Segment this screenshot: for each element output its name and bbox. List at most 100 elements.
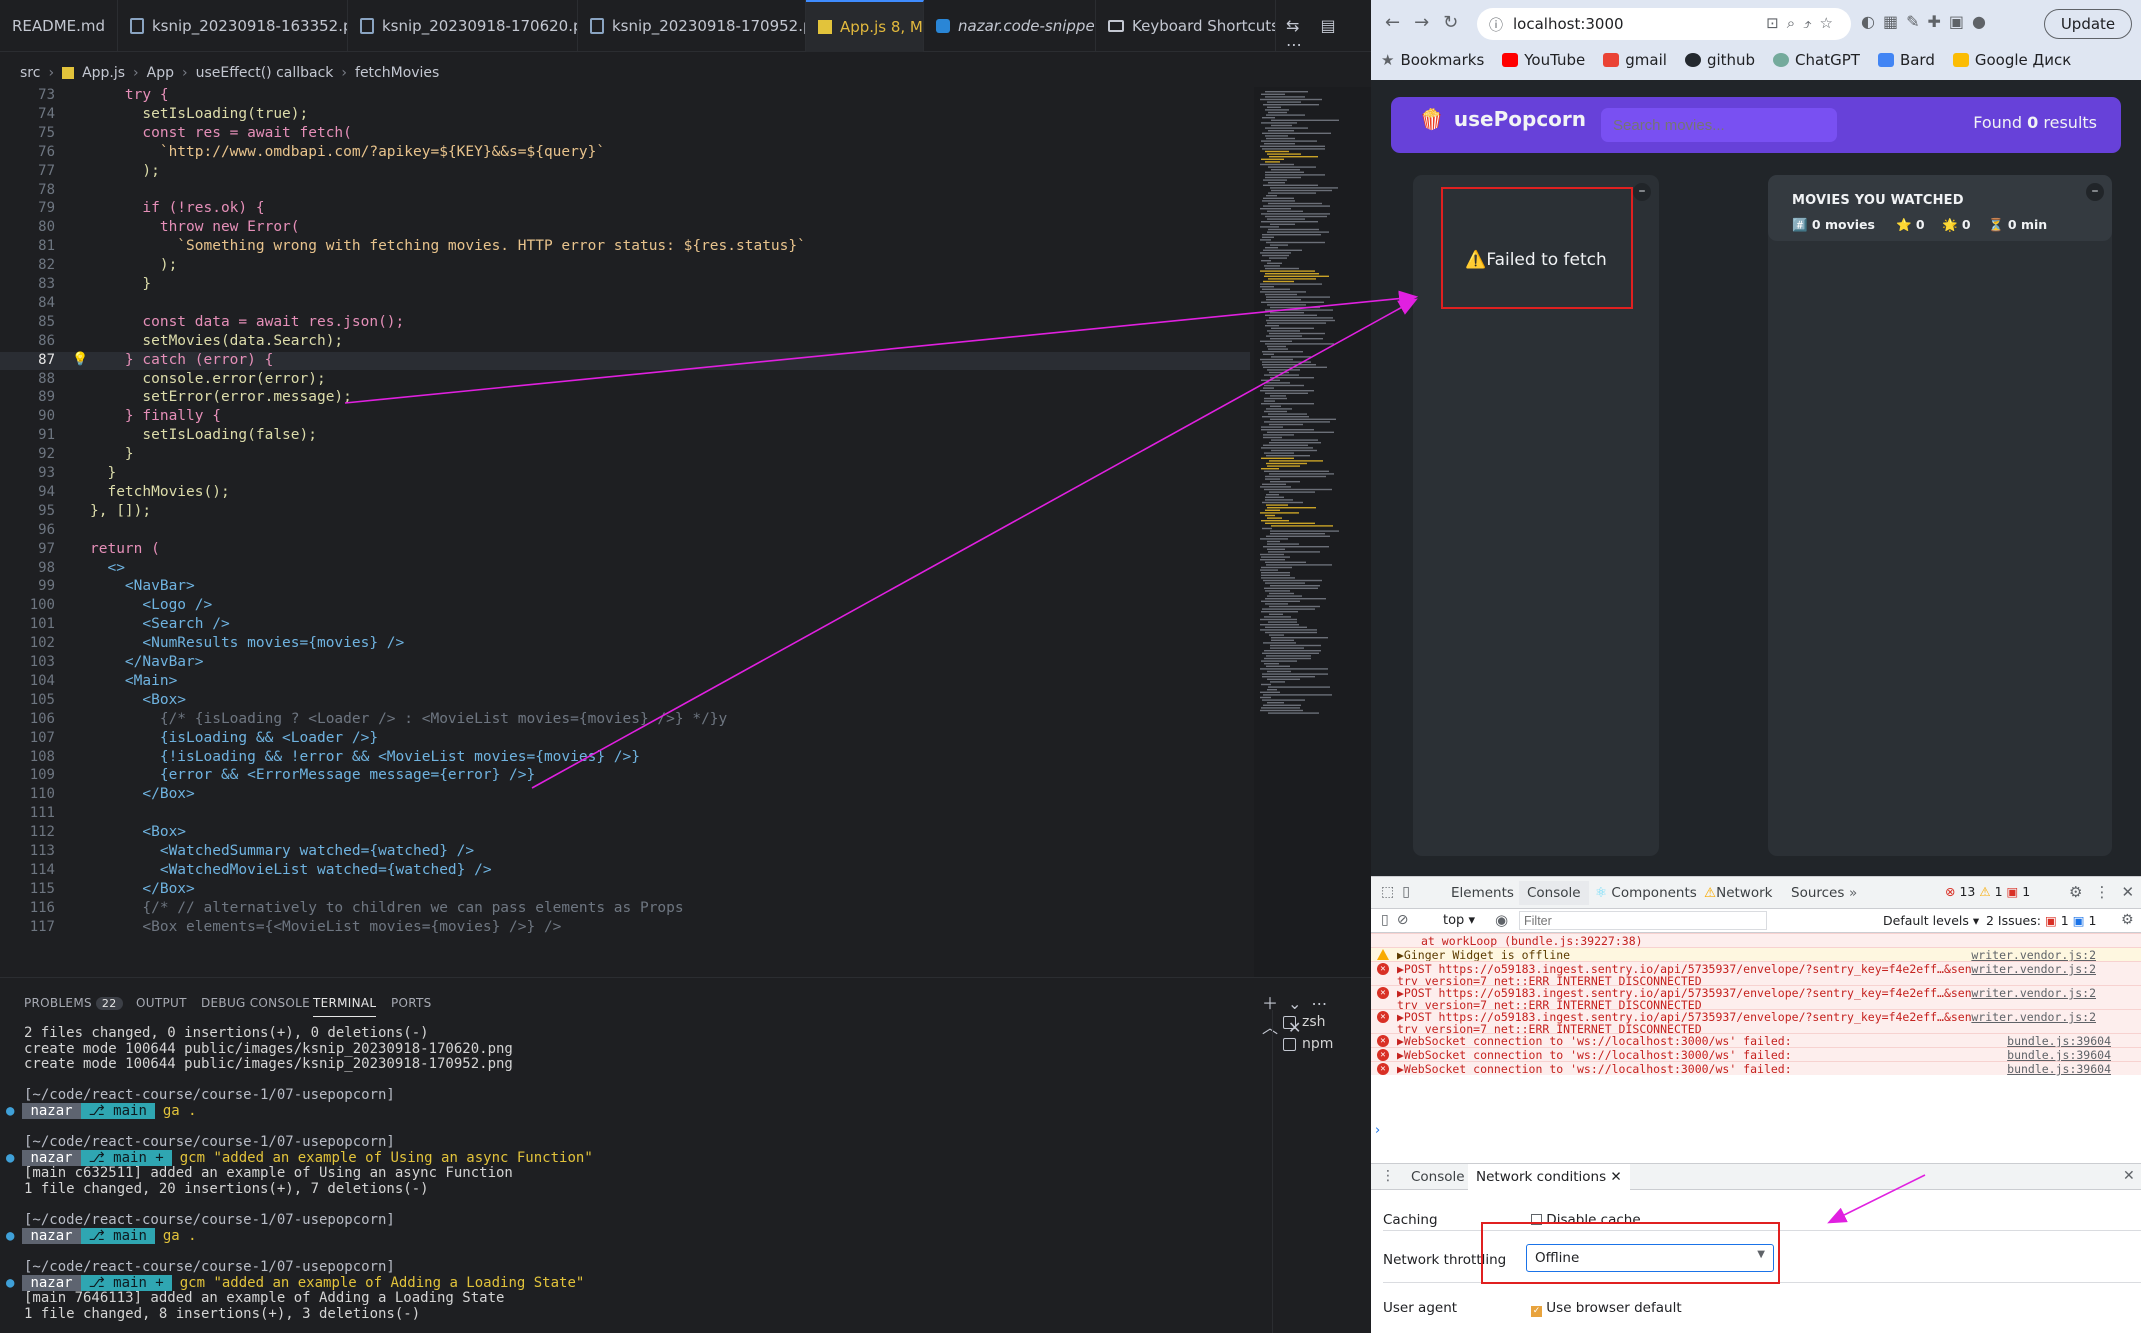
tab-components[interactable]: ⚛ Components — [1595, 885, 1697, 901]
bookmark-gmail[interactable]: gmail — [1603, 51, 1667, 69]
terminal-line: [~/code/react-course/course-1/07-usepopc… — [24, 1134, 395, 1151]
bookmark-bard[interactable]: Bard — [1877, 51, 1935, 69]
eye-icon[interactable]: ◉ — [1495, 911, 1508, 929]
minimap-line — [1263, 436, 1282, 439]
breadcrumb-item[interactable]: App.js — [82, 65, 125, 81]
address-bar[interactable]: ⓘ localhost:3000 ⊡⌕⤴☆ — [1477, 8, 1851, 40]
console-settings-icon[interactable]: ⚙ — [2121, 912, 2134, 928]
tab-elements[interactable]: Elements — [1451, 885, 1514, 901]
console-row[interactable]: ✕ ▶POST https://o59183.ingest.sentry.io/a… — [1371, 1009, 2141, 1035]
issues-counter[interactable]: 2 Issues: ▣ 1 ▣ 1 — [1986, 913, 2096, 928]
breadcrumb-item[interactable]: App — [147, 65, 174, 81]
minimap-line — [1271, 189, 1332, 192]
minimap-line — [1264, 616, 1291, 618]
toggle-button[interactable]: – — [2086, 183, 2104, 201]
log-levels-select[interactable]: Default levels ▾ — [1883, 913, 1979, 928]
minimap[interactable] — [1254, 87, 1372, 977]
context-select[interactable]: top ▾ — [1443, 913, 1475, 928]
console-row[interactable]: ✕ ▶POST https://o59183.ingest.sentry.io/a… — [1371, 961, 2141, 987]
minimap-line — [1265, 171, 1304, 173]
nav-buttons[interactable]: ←→↻ — [1385, 12, 1472, 33]
code-area[interactable]: 73 try {74 setIsLoading(true); 75 const r… — [0, 87, 1250, 977]
tab-snippets[interactable]: nazar.code-snippets — [924, 0, 1096, 52]
search-input[interactable] — [1601, 108, 1837, 142]
bookmark-google-drive[interactable]: Google Диск — [1952, 51, 2071, 69]
filter-input[interactable] — [1519, 911, 1767, 930]
minimap-line — [1265, 314, 1317, 316]
toggle-button[interactable]: – — [1633, 183, 1651, 201]
line-number: 97 — [38, 540, 55, 557]
devtools-settings[interactable]: ⚙⋮✕ — [2069, 883, 2141, 901]
drawer-menu-icon[interactable]: ⋮ — [1381, 1168, 1395, 1184]
source-link[interactable]: bundle.js:39604 — [2007, 1063, 2111, 1075]
console-row[interactable]: ▶Ginger Widget is offline writer.vendor.j… — [1371, 947, 2141, 961]
minimap-line — [1261, 140, 1317, 142]
tab-readme[interactable]: README.md — [0, 0, 118, 52]
console-message: at workLoop (bundle.js:39227:38) — [1421, 934, 1643, 948]
source-link[interactable]: writer.vendor.js:2 — [1971, 963, 2096, 975]
tab-ports[interactable]: PORTS — [391, 996, 432, 1010]
more-tabs-icon[interactable]: » — [1849, 885, 1857, 901]
breadcrumb-item[interactable]: fetchMovies — [355, 65, 439, 81]
console-prompt[interactable]: › — [1375, 1123, 1380, 1138]
terminal-session-npm[interactable]: npm — [1283, 1036, 1333, 1052]
breadcrumb-item[interactable]: useEffect() callback — [196, 65, 334, 81]
minimap-line — [1265, 96, 1305, 98]
terminal-sessions: zsh npm — [1272, 1010, 1371, 1333]
tab-image-1[interactable]: ksnip_20230918-163352.png — [118, 0, 348, 52]
source-link[interactable]: bundle.js:39604 — [2007, 1035, 2111, 1047]
tab-image-2[interactable]: ksnip_20230918-170620.png — [348, 0, 578, 52]
drawer-tab-network-conditions[interactable]: Network conditions ✕ — [1468, 1164, 1630, 1190]
tab-terminal[interactable]: TERMINAL — [313, 996, 377, 1017]
bookmark-youtube[interactable]: YouTube — [1502, 51, 1585, 69]
editor-actions[interactable]: ⇆ ▤ ⋯ — [1286, 16, 1371, 54]
tab-problems[interactable]: PROBLEMS 22 — [24, 996, 123, 1010]
address-bar-actions[interactable]: ⊡⌕⤴☆ — [1766, 14, 1841, 32]
minimap-line — [1268, 686, 1330, 688]
console-row[interactable]: ✕ ▶WebSocket connection to 'ws://localhos… — [1371, 1033, 2141, 1047]
source-link[interactable]: writer.vendor.js:2 — [1971, 949, 2096, 961]
error-warning-counts[interactable]: ⊗ 13 ⚠ 1 ▣ 1 — [1945, 884, 2030, 899]
bookmark-github[interactable]: github — [1684, 51, 1755, 69]
console-row[interactable]: ✕ ▶WebSocket connection to 'ws://localhos… — [1371, 1061, 2141, 1075]
drawer-tab-console[interactable]: Console — [1411, 1169, 1465, 1185]
source-link[interactable]: writer.vendor.js:2 — [1971, 987, 2096, 999]
minimap-line — [1261, 426, 1283, 428]
tab-image-3[interactable]: ksnip_20230918-170952.png — [578, 0, 806, 52]
console-row[interactable]: ✕ ▶WebSocket connection to 'ws://localhos… — [1371, 1047, 2141, 1061]
lightbulb-icon[interactable]: 💡 — [72, 352, 88, 367]
prompt-user: nazar — [22, 1149, 81, 1166]
minimap-line — [1267, 345, 1286, 348]
bookmark-all[interactable]: ★ Bookmarks — [1381, 51, 1484, 69]
bookmark-chatgpt[interactable]: ChatGPT — [1773, 51, 1860, 69]
tab-app-js[interactable]: App.js 8, M✕ — [806, 0, 924, 52]
terminal-session-zsh[interactable]: zsh — [1283, 1014, 1326, 1030]
console-row[interactable]: ✕ ▶POST https://o59183.ingest.sentry.io/a… — [1371, 985, 2141, 1011]
minimap-line — [1268, 228, 1319, 231]
tab-network[interactable]: ⚠Network — [1704, 885, 1772, 901]
source-link[interactable]: bundle.js:39604 — [2007, 1049, 2111, 1061]
clear-console-icon[interactable]: ▯⊘ — [1381, 912, 1416, 928]
minimap-line — [1265, 267, 1299, 270]
tab-keyboard-shortcuts[interactable]: Keyboard Shortcuts — [1096, 0, 1276, 52]
use-browser-default-checkbox[interactable]: ✓ Use browser default — [1531, 1300, 1682, 1317]
site-info-icon[interactable]: ⓘ — [1489, 15, 1503, 35]
console-log[interactable]: at workLoop (bundle.js:39227:38) ▶Ginger … — [1371, 933, 2141, 1133]
minimap-line — [1267, 210, 1303, 212]
inspect-icon[interactable]: ⬚▯ — [1381, 884, 1418, 900]
breadcrumb-item[interactable]: src — [20, 65, 40, 81]
tab-output[interactable]: OUTPUT — [136, 996, 187, 1010]
source-link[interactable]: writer.vendor.js:2 — [1971, 1011, 2096, 1023]
line-number: 84 — [38, 294, 55, 311]
tab-sources[interactable]: Sources — [1791, 885, 1844, 901]
tab-console[interactable]: Console — [1519, 881, 1589, 905]
close-drawer-icon[interactable]: ✕ — [2123, 1168, 2135, 1184]
console-row[interactable]: at workLoop (bundle.js:39227:38) — [1371, 933, 2141, 947]
tab-debug-console[interactable]: DEBUG CONSOLE — [201, 996, 310, 1010]
terminal-output[interactable]: 2 files changed, 0 insertions(+), 0 dele… — [6, 1025, 1254, 1333]
extension-icons[interactable]: ◐▦✎✚▣● — [1861, 12, 1994, 31]
prompt-command: gcm "added an example of Using an async … — [179, 1149, 593, 1166]
terminal-line: 1 file changed, 8 insertions(+), 3 delet… — [24, 1305, 421, 1322]
minimap-line — [1260, 283, 1322, 285]
update-button[interactable]: Update — [2044, 9, 2132, 39]
